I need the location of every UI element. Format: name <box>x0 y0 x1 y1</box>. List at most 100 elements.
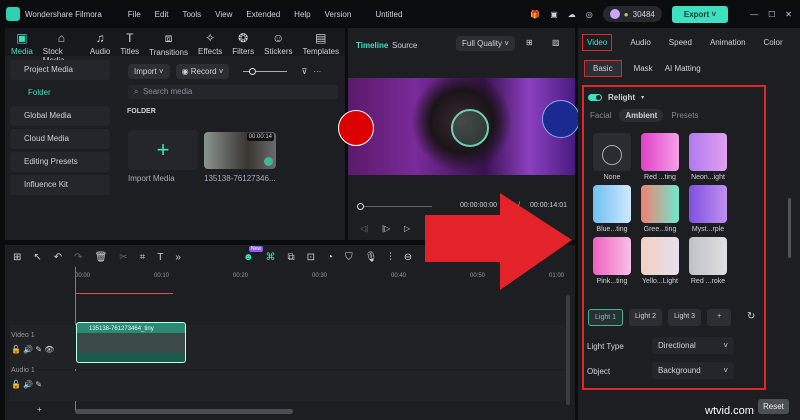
tab-speed[interactable]: Speed <box>669 38 692 51</box>
cloud-icon[interactable]: ☁ <box>568 10 576 19</box>
preset-4[interactable]: Gree...ting <box>636 185 684 233</box>
close-button[interactable]: ✕ <box>785 10 792 19</box>
filter-icon[interactable]: ⊽ <box>301 67 307 76</box>
light-handle-red[interactable] <box>338 110 374 146</box>
preset-5[interactable]: Myst...rple <box>684 185 732 233</box>
menu-help[interactable]: Help <box>294 10 310 19</box>
image-tool-icon[interactable]: ⊡ <box>307 252 315 263</box>
toolbar-titles[interactable]: T Titles <box>120 31 139 56</box>
menu-tools[interactable]: Tools <box>182 10 201 19</box>
tab-source[interactable]: Source <box>392 41 417 50</box>
select-icon[interactable]: ↖ <box>33 252 41 263</box>
light-tab-3[interactable]: Light 3 <box>668 309 702 326</box>
sidebar-item-influence-kit[interactable]: Influence Kit <box>10 175 110 195</box>
toolbar-filters[interactable]: ❂ Filters <box>232 31 254 56</box>
audio-track-controls[interactable]: 🔓 🔊 ✎ <box>11 380 42 389</box>
sidebar-item-editing-presets[interactable]: Editing Presets <box>10 152 110 172</box>
minimize-button[interactable]: — <box>750 10 758 19</box>
toolbar-audio[interactable]: ♫ Audio <box>90 31 110 56</box>
snapshot-icon[interactable]: ▨ <box>552 38 560 47</box>
preset-7[interactable]: Yello...Light <box>636 237 684 285</box>
cut-icon[interactable]: ✂ <box>119 252 127 263</box>
grid-icon[interactable]: ⊞ <box>526 38 533 47</box>
light-handle-blue[interactable] <box>542 100 580 138</box>
text-tool-icon[interactable]: T <box>157 252 163 263</box>
light-tab-1[interactable]: Light 1 <box>588 309 624 326</box>
gift-icon[interactable]: 🎁 <box>530 10 540 19</box>
toolbar-stickers[interactable]: ☺ Stickers <box>264 31 292 56</box>
media-clip-thumbnail[interactable]: 00:00:14 <box>204 132 276 169</box>
mic-icon[interactable]: 🎙 <box>365 252 378 263</box>
object-dropdown[interactable]: Background ˅ <box>652 362 734 379</box>
play-icon[interactable]: ▷ <box>404 224 410 233</box>
prev-frame-icon[interactable]: ◁| <box>360 224 368 233</box>
tab-audio[interactable]: Audio <box>630 38 650 51</box>
reset-light-icon[interactable]: ↻ <box>747 311 755 322</box>
light-type-dropdown[interactable]: Directional ˅ <box>652 337 734 354</box>
toolbar-media[interactable]: ▣ Media <box>11 31 33 56</box>
reset-button[interactable]: Reset <box>758 399 789 414</box>
toolbar-transitions[interactable]: ⧈ Transitions <box>149 31 188 57</box>
menu-view[interactable]: View <box>215 10 232 19</box>
menu-edit[interactable]: Edit <box>155 10 169 19</box>
sidebar-item-folder[interactable]: Folder <box>10 83 110 103</box>
mixer-icon[interactable]: ⫶ <box>389 252 392 263</box>
video-preview[interactable] <box>338 78 580 175</box>
light-tab-2[interactable]: Light 2 <box>629 309 663 326</box>
subtab-ai-matting[interactable]: AI Matting <box>665 64 701 77</box>
preset-1[interactable]: Red ...ting <box>636 133 684 181</box>
toolbar-stock-media[interactable]: ⌂Stock Media <box>43 31 80 65</box>
speed-icon[interactable]: ◔ <box>327 252 333 263</box>
record-dropdown[interactable]: ◉ Record ˅ <box>175 64 230 79</box>
preset-0[interactable]: None <box>588 133 636 181</box>
preset-6[interactable]: Pink...ting <box>588 237 636 285</box>
zoom-out-icon[interactable]: ⊖ <box>404 252 412 263</box>
import-media-button[interactable]: + <box>128 130 198 170</box>
timeline-vscrollbar[interactable] <box>566 295 570 405</box>
search-input[interactable]: ⌕ Search media <box>128 85 338 99</box>
tab-video[interactable]: Video <box>582 34 613 51</box>
tab-timeline[interactable]: Timeline <box>356 41 388 50</box>
toolbar-effects[interactable]: ✧ Effects <box>198 31 222 56</box>
preset-8[interactable]: Red ...roke <box>684 237 732 285</box>
quality-dropdown[interactable]: Full Quality ˅ <box>456 36 515 51</box>
redo-icon[interactable]: ↷ <box>74 252 82 263</box>
sticker-tool-icon[interactable]: ⧉ <box>288 252 295 263</box>
more-icon[interactable]: ··· <box>313 67 321 76</box>
mode-presets[interactable]: Presets <box>671 111 698 122</box>
headset-icon[interactable]: ◎ <box>586 10 593 19</box>
save-icon[interactable]: ▣ <box>550 10 558 19</box>
menu-version[interactable]: Version <box>325 10 352 19</box>
toolbar-templates[interactable]: ▤ Templates <box>303 31 339 56</box>
preset-2[interactable]: Neon...ight <box>684 133 732 181</box>
relight-toggle[interactable] <box>588 94 602 101</box>
relight-dropdown-icon[interactable]: ▾ <box>641 94 644 101</box>
zoom-slider[interactable] <box>243 68 288 75</box>
ai-copilot-icon[interactable]: ☻ New <box>243 245 263 263</box>
delete-icon[interactable]: 🗑 <box>95 252 108 263</box>
mode-facial[interactable]: Facial <box>590 111 611 122</box>
import-dropdown[interactable]: Import ˅ <box>128 64 170 79</box>
export-button[interactable]: Export ˅ <box>671 5 729 23</box>
maximize-button[interactable]: ☐ <box>768 10 775 19</box>
light-tab-4[interactable]: + <box>707 309 732 326</box>
sidebar-item-project-media[interactable]: Project Media <box>10 60 110 80</box>
subtab-basic[interactable]: Basic <box>584 60 622 77</box>
undo-icon[interactable]: ↶ <box>54 252 62 263</box>
video-clip[interactable]: 135138-761273464_tiny <box>76 322 186 363</box>
layout-icon[interactable]: ⊞ <box>13 252 21 263</box>
shield-icon[interactable]: ⛉ <box>345 252 353 263</box>
panel-scrollbar[interactable] <box>788 198 791 258</box>
more-tools-icon[interactable]: » <box>175 252 181 263</box>
preset-3[interactable]: Blue...ting <box>588 185 636 233</box>
tab-color[interactable]: Color <box>764 38 783 51</box>
light-center-handle[interactable] <box>451 109 489 147</box>
video-track-controls[interactable]: 🔓 🔊 ✎ 👁 <box>11 345 54 354</box>
mode-ambient[interactable]: Ambient <box>619 109 664 122</box>
menu-extended[interactable]: Extended <box>246 10 280 19</box>
subtab-mask[interactable]: Mask <box>634 64 653 77</box>
sidebar-item-cloud-media[interactable]: Cloud Media <box>10 129 110 149</box>
sidebar-item-global-media[interactable]: Global Media <box>10 106 110 126</box>
tab-animation[interactable]: Animation <box>710 38 746 51</box>
add-track-icon[interactable]: + <box>37 405 42 414</box>
